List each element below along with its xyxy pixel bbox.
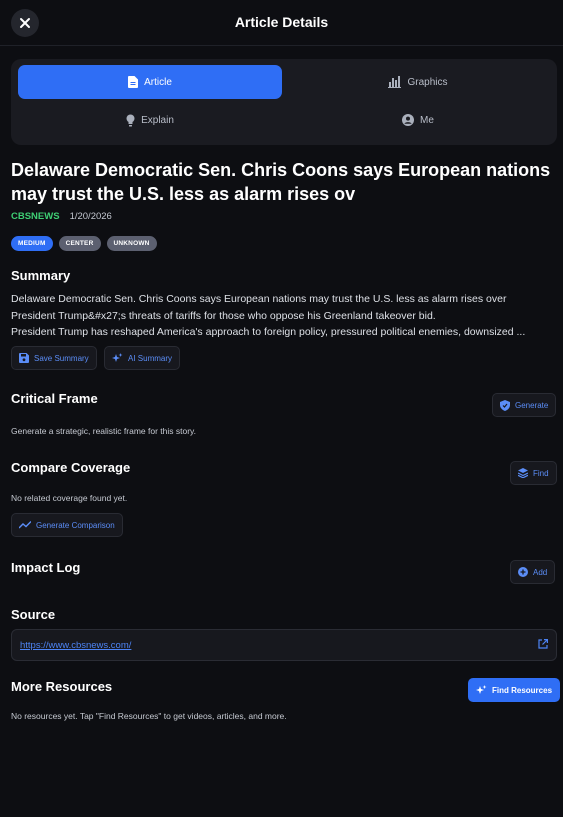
save-summary-button[interactable]: Save Summary xyxy=(11,346,97,370)
source-link[interactable]: https://www.cbsnews.com/ xyxy=(20,640,131,651)
compare-coverage-text: No related coverage found yet. xyxy=(11,493,128,503)
ai-summary-button[interactable]: AI Summary xyxy=(104,346,181,370)
external-link-icon[interactable] xyxy=(538,639,548,649)
summary-text: Delaware Democratic Sen. Chris Coons say… xyxy=(11,291,556,341)
critical-frame-heading: Critical Frame xyxy=(11,391,98,406)
tab-me[interactable]: Me xyxy=(286,103,550,137)
add-impact-button[interactable]: Add xyxy=(510,560,556,584)
find-resources-label: Find Resources xyxy=(492,685,553,695)
tab-article[interactable]: Article xyxy=(18,65,282,99)
summary-line: Delaware Democratic Sen. Chris Coons say… xyxy=(11,293,507,305)
generate-frame-label: Generate xyxy=(515,400,549,410)
compare-coverage-heading: Compare Coverage xyxy=(11,460,131,475)
save-summary-label: Save Summary xyxy=(34,353,89,363)
tab-me-label: Me xyxy=(420,114,434,126)
tab-explain-label: Explain xyxy=(141,114,174,126)
user-circle-icon xyxy=(402,114,415,126)
layers-icon xyxy=(518,468,528,478)
add-impact-label: Add xyxy=(533,567,548,577)
shield-icon xyxy=(500,399,510,411)
ai-summary-label: AI Summary xyxy=(128,353,173,363)
tab-bar: Article Graphics Explain Me xyxy=(11,59,557,145)
badge-unknown: UNKNOWN xyxy=(106,236,157,251)
generate-comparison-button[interactable]: Generate Comparison xyxy=(11,513,123,537)
badge-row: MEDIUM CENTER UNKNOWN xyxy=(11,236,157,251)
summary-line: President Trump has reshaped America's a… xyxy=(11,326,526,338)
generate-comparison-label: Generate Comparison xyxy=(36,520,115,530)
bar-chart-icon xyxy=(388,76,402,88)
sparkles-icon xyxy=(112,352,123,362)
trend-line-icon xyxy=(19,521,31,529)
find-coverage-label: Find xyxy=(533,468,549,478)
tab-article-label: Article xyxy=(144,76,172,88)
save-icon xyxy=(19,353,29,363)
more-resources-text: No resources yet. Tap "Find Resources" t… xyxy=(11,711,287,721)
tab-graphics-label: Graphics xyxy=(407,76,448,88)
article-date: 1/20/2026 xyxy=(69,211,112,222)
lightbulb-icon xyxy=(126,114,135,126)
find-resources-button[interactable]: Find Resources xyxy=(468,678,561,702)
badge-medium: MEDIUM xyxy=(11,236,53,251)
generate-frame-button[interactable]: Generate xyxy=(492,393,557,417)
find-coverage-button[interactable]: Find xyxy=(510,461,557,485)
page-title: Article Details xyxy=(234,14,329,30)
summary-line: President Trump&#x27;s threats of tariff… xyxy=(11,309,436,322)
summary-heading: Summary xyxy=(11,268,71,283)
tab-explain[interactable]: Explain xyxy=(18,103,282,137)
header: Article Details xyxy=(0,0,563,46)
article-source: CBSNEWS xyxy=(11,211,60,222)
impact-log-heading: Impact Log xyxy=(11,560,81,575)
sparkles-icon xyxy=(476,684,487,694)
more-resources-heading: More Resources xyxy=(11,679,113,694)
badge-center: CENTER xyxy=(58,236,101,251)
source-heading: Source xyxy=(11,607,56,622)
plus-circle-icon xyxy=(518,567,528,577)
source-box: https://www.cbsnews.com/ xyxy=(11,629,557,661)
article-meta: CBSNEWS 1/20/2026 xyxy=(11,211,112,222)
article-title: Delaware Democratic Sen. Chris Coons say… xyxy=(11,160,551,204)
critical-frame-text: Generate a strategic, realistic frame fo… xyxy=(11,426,197,436)
tab-graphics[interactable]: Graphics xyxy=(286,65,550,99)
document-icon xyxy=(128,76,139,88)
